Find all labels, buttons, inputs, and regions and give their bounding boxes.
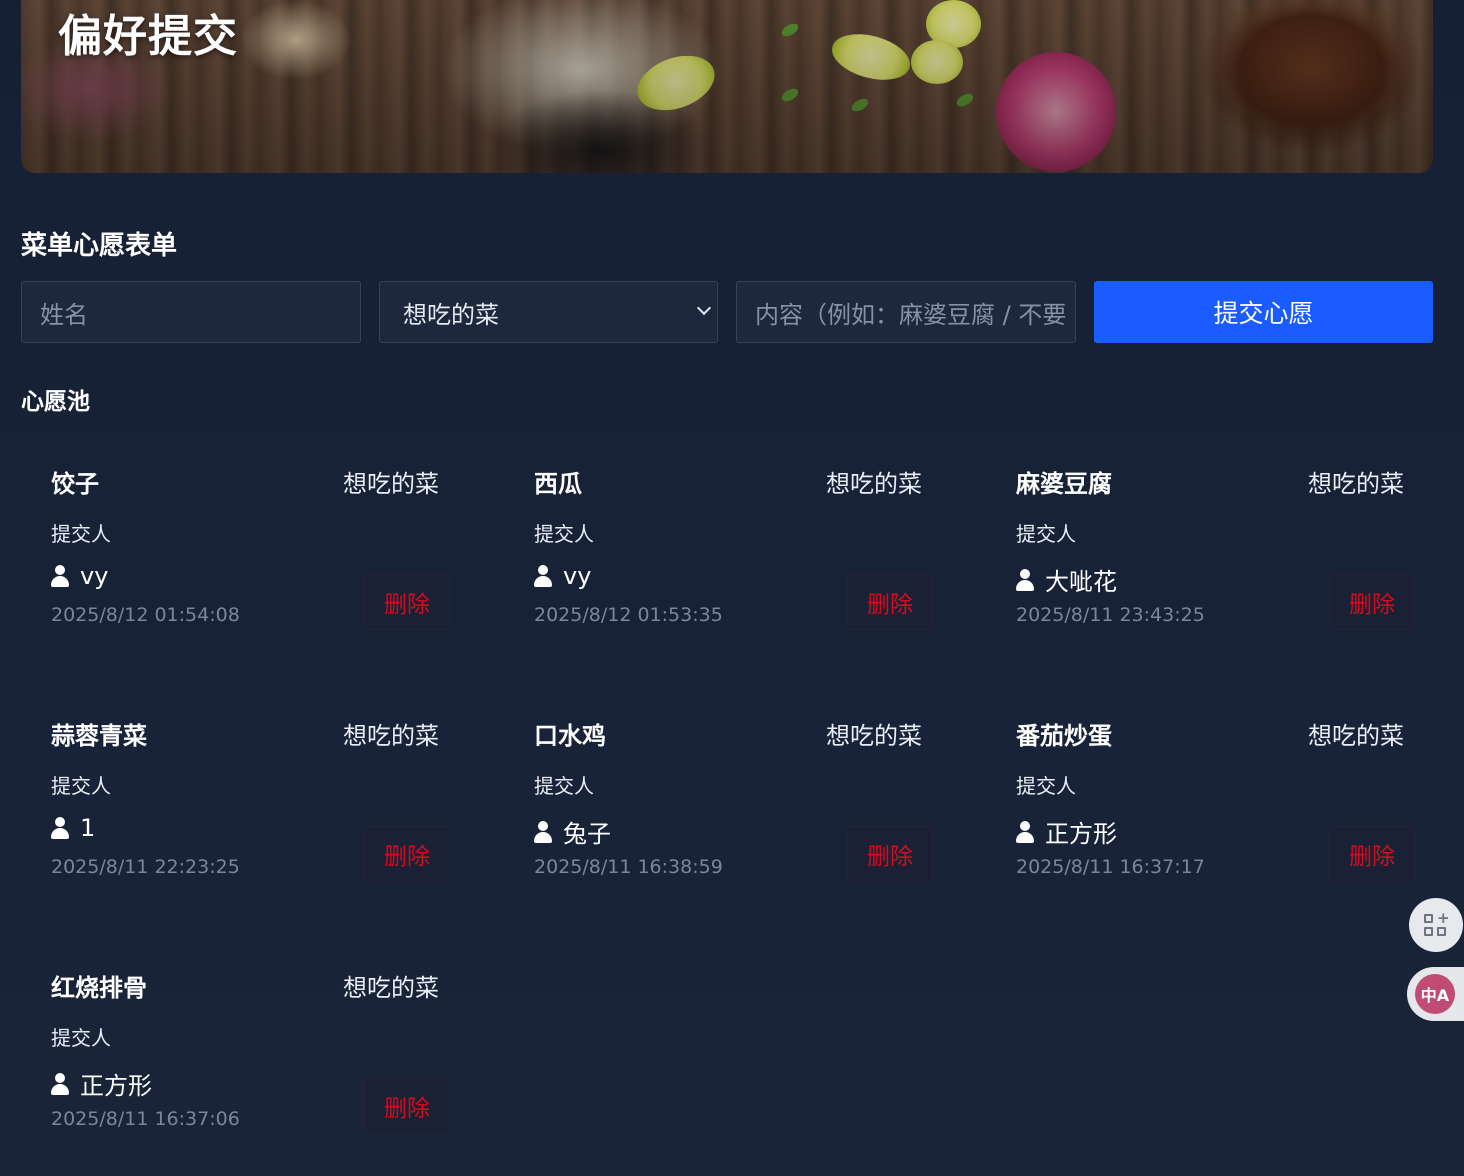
user-icon — [1016, 568, 1034, 591]
submitter: 大呲花 — [1016, 562, 1117, 597]
user-icon — [534, 820, 552, 843]
content-input[interactable]: 内容（例如：麻婆豆腐 / 不要 — [736, 281, 1076, 343]
translate-icon[interactable]: 中A — [1415, 974, 1455, 1014]
wish-card: 蒜蓉青菜 想吃的菜 提交人 1 2025/8/11 22:23:25 删除 — [21, 704, 450, 894]
dish-name: 西瓜 — [534, 470, 582, 498]
submitter-name: vy — [563, 562, 592, 590]
wish-card: 麻婆豆腐 想吃的菜 提交人 大呲花 2025/8/11 23:43:25 删除 — [986, 452, 1415, 642]
submit-wish-button[interactable]: 提交心愿 — [1094, 281, 1433, 343]
wish-type: 想吃的菜 — [826, 470, 922, 498]
submitter-name: vy — [80, 562, 109, 590]
submitter-name: 兔子 — [563, 820, 611, 848]
wish-card: 番茄炒蛋 想吃的菜 提交人 正方形 2025/8/11 16:37:17 删除 — [986, 704, 1415, 894]
delete-button[interactable]: 删除 — [364, 574, 450, 630]
pool-title: 心愿池 — [21, 389, 90, 415]
submitter: vy — [534, 562, 591, 590]
timestamp: 2025/8/11 16:37:06 — [51, 1108, 240, 1130]
delete-button[interactable]: 删除 — [847, 826, 933, 882]
timestamp: 2025/8/11 23:43:25 — [1016, 604, 1205, 626]
name-input[interactable]: 姓名 — [21, 281, 361, 343]
submitter: 正方形 — [51, 1066, 152, 1101]
timestamp: 2025/8/11 22:23:25 — [51, 856, 240, 878]
submitter: 正方形 — [1016, 814, 1117, 849]
user-icon — [534, 565, 552, 587]
submitter-label: 提交人 — [1016, 522, 1076, 546]
dish-name: 饺子 — [51, 470, 99, 498]
submitter-name: 1 — [80, 814, 96, 842]
dish-name: 蒜蓉青菜 — [51, 722, 147, 750]
wish-card: 红烧排骨 想吃的菜 提交人 正方形 2025/8/11 16:37:06 删除 — [21, 956, 450, 1146]
submitter-label: 提交人 — [51, 1026, 111, 1050]
wish-type: 想吃的菜 — [1308, 470, 1404, 498]
wish-type: 想吃的菜 — [1308, 722, 1404, 750]
user-icon — [51, 817, 69, 839]
submitter-name: 正方形 — [1045, 820, 1117, 848]
delete-button[interactable]: 删除 — [1329, 826, 1415, 882]
submitter: vy — [51, 562, 108, 590]
submitter-label: 提交人 — [534, 522, 594, 546]
type-select-value: 想吃的菜 — [403, 300, 499, 329]
submitter-name: 大呲花 — [1045, 568, 1117, 596]
timestamp: 2025/8/12 01:53:35 — [534, 604, 723, 626]
submitter: 1 — [51, 814, 95, 842]
submitter-label: 提交人 — [1016, 774, 1076, 798]
form-title: 菜单心愿表单 — [21, 231, 178, 261]
delete-button[interactable]: 删除 — [1329, 574, 1415, 630]
delete-button[interactable]: 删除 — [364, 1078, 450, 1134]
delete-button[interactable]: 删除 — [364, 826, 450, 882]
dish-name: 麻婆豆腐 — [1016, 470, 1112, 498]
wish-card: 口水鸡 想吃的菜 提交人 兔子 2025/8/11 16:38:59 删除 — [504, 704, 933, 894]
dish-name: 口水鸡 — [534, 722, 606, 750]
submitter-name: 正方形 — [80, 1072, 152, 1100]
delete-button[interactable]: 删除 — [847, 574, 933, 630]
wish-type: 想吃的菜 — [343, 722, 439, 750]
dish-name: 番茄炒蛋 — [1016, 722, 1112, 750]
wish-type: 想吃的菜 — [343, 974, 439, 1002]
page: 偏好提交 菜单心愿表单 姓名 想吃的菜 内容（例如：麻婆豆腐 / 不要 提交心愿… — [0, 0, 1464, 1176]
apps-add-button[interactable]: + — [1409, 898, 1463, 952]
dish-name: 红烧排骨 — [51, 974, 147, 1002]
wish-type: 想吃的菜 — [826, 722, 922, 750]
chevron-down-icon — [696, 300, 712, 316]
wish-card: 西瓜 想吃的菜 提交人 vy 2025/8/12 01:53:35 删除 — [504, 452, 933, 642]
user-icon — [51, 1072, 69, 1095]
timestamp: 2025/8/11 16:37:17 — [1016, 856, 1205, 878]
submitter-label: 提交人 — [534, 774, 594, 798]
timestamp: 2025/8/11 16:38:59 — [534, 856, 723, 878]
user-icon — [51, 565, 69, 587]
wish-card: 饺子 想吃的菜 提交人 vy 2025/8/12 01:54:08 删除 — [21, 452, 450, 642]
timestamp: 2025/8/12 01:54:08 — [51, 604, 240, 626]
wish-type: 想吃的菜 — [343, 470, 439, 498]
type-select[interactable]: 想吃的菜 — [379, 281, 718, 343]
submitter-label: 提交人 — [51, 774, 111, 798]
user-icon — [1016, 820, 1034, 843]
submitter-label: 提交人 — [51, 522, 111, 546]
page-title: 偏好提交 — [58, 11, 238, 62]
translate-widget[interactable]: 中A — [1407, 967, 1464, 1021]
submitter: 兔子 — [534, 814, 611, 849]
